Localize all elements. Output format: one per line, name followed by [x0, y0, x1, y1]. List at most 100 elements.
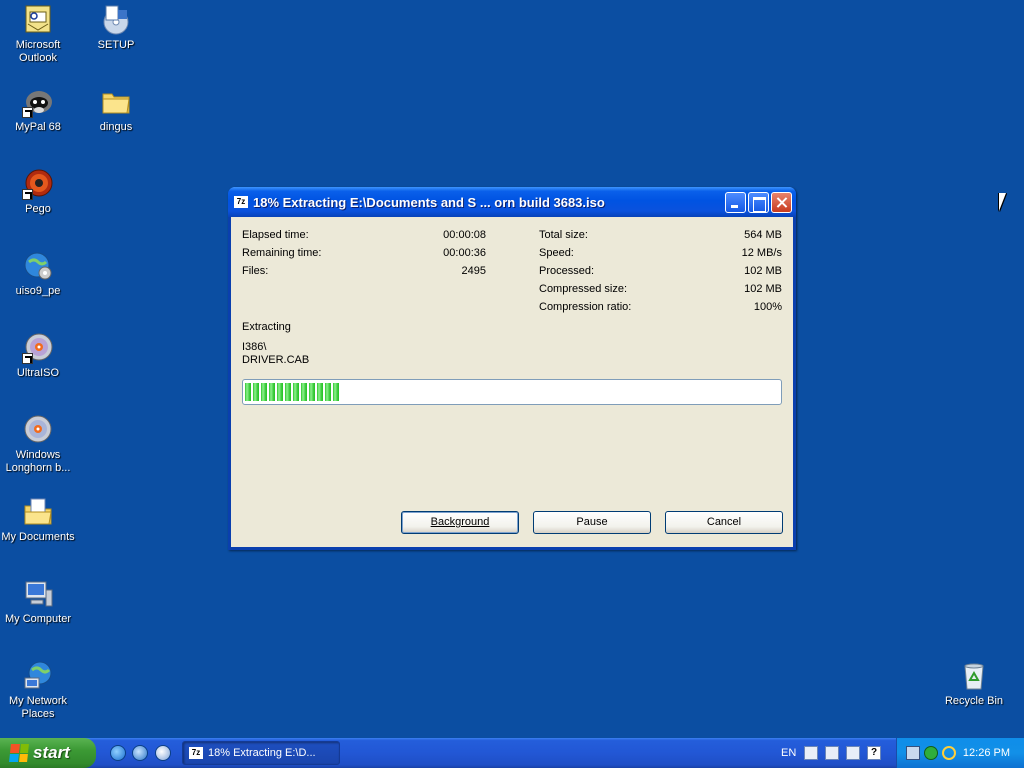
- processed-row: Processed: 102 MB: [539, 265, 782, 281]
- pego-icon: [22, 168, 54, 200]
- system-tray: 12:26 PM: [896, 738, 1024, 768]
- desktop-icon-microsoft-outlook[interactable]: Microsoft Outlook: [0, 4, 76, 65]
- media-player-icon[interactable]: [155, 745, 171, 761]
- desktop-icon-my-documents[interactable]: My Documents: [0, 496, 76, 544]
- taskbar-item-label: 18% Extracting E:\D...: [208, 747, 316, 759]
- desktop-icon-ultraiso[interactable]: UltraISO: [0, 332, 76, 380]
- mypal-raccoon-icon: [22, 86, 54, 118]
- tablet-icon[interactable]: [846, 746, 860, 760]
- stat-label: Files:: [242, 265, 269, 277]
- progress-bar-fill: [245, 383, 342, 401]
- desktop-icon-dingus[interactable]: dingus: [78, 86, 154, 134]
- window-controls: [725, 192, 792, 213]
- stat-value: 102 MB: [744, 265, 782, 277]
- window-titlebar[interactable]: 7z 18% Extracting E:\Documents and S ...…: [228, 187, 796, 217]
- close-button[interactable]: [771, 192, 792, 213]
- stat-label: Compression ratio:: [539, 301, 632, 313]
- setup-icon: [100, 4, 132, 36]
- outlook-icon: [22, 4, 54, 36]
- desktop-icon-label: UltraISO: [16, 367, 60, 379]
- desktop-icon-label: SETUP: [97, 39, 135, 51]
- desktop-icon-my-computer[interactable]: My Computer: [0, 578, 76, 626]
- extraction-progress-window: 7z 18% Extracting E:\Documents and S ...…: [228, 187, 796, 550]
- disc-icon: [22, 332, 54, 364]
- 7zip-app-icon: 7z: [234, 196, 248, 208]
- stat-label: Processed:: [539, 265, 595, 277]
- desktop-icon-mypal[interactable]: MyPal 68: [0, 86, 76, 134]
- desktop-icon-label: Pego: [25, 203, 51, 215]
- compression-ratio-row: Compression ratio: 100%: [539, 301, 782, 317]
- stat-label: Remaining time:: [242, 247, 322, 259]
- shortcut-arrow-icon: [22, 189, 33, 200]
- cancel-button[interactable]: Cancel: [665, 511, 783, 534]
- background-button-label: Background: [430, 516, 490, 528]
- stat-value: 12 MB/s: [741, 247, 782, 259]
- window-title: 18% Extracting E:\Documents and S ... or…: [253, 194, 605, 210]
- desktop-icon-label: Recycle Bin: [944, 695, 1004, 707]
- desktop-icon-label: Windows Longhorn b...: [5, 449, 71, 474]
- shortcut-arrow-icon: [22, 353, 33, 364]
- language-indicator[interactable]: EN: [781, 747, 796, 759]
- speed-row: Speed: 12 MB/s: [539, 247, 782, 263]
- desktop-icon-label: My Network Places: [8, 695, 68, 720]
- progress-bar: [242, 379, 782, 405]
- desktop-icon-pego[interactable]: Pego: [0, 168, 76, 216]
- current-file: DRIVER.CAB: [242, 354, 310, 366]
- stat-value: 564 MB: [744, 229, 782, 241]
- network-icon[interactable]: [906, 746, 920, 760]
- remaining-time-row: Remaining time: 00:00:36: [242, 247, 486, 263]
- security-shield-icon[interactable]: [924, 746, 938, 760]
- shortcut-arrow-icon: [22, 107, 33, 118]
- outlook-express-icon[interactable]: [132, 745, 148, 761]
- desktop-icon-uiso9-pe[interactable]: uiso9_pe: [0, 250, 76, 298]
- computer-icon: [22, 578, 54, 610]
- disc-image-icon: [22, 414, 54, 446]
- stat-label: Total size:: [539, 229, 588, 241]
- start-button-label: start: [33, 743, 70, 762]
- stat-label: Elapsed time:: [242, 229, 309, 241]
- total-size-row: Total size: 564 MB: [539, 229, 782, 245]
- stat-value: 00:00:36: [443, 247, 486, 259]
- stat-value: 00:00:08: [443, 229, 486, 241]
- current-path: I386\: [242, 341, 267, 353]
- help-icon[interactable]: ?: [867, 746, 881, 760]
- folder-icon: [100, 86, 132, 118]
- desktop-icon-windows-longhorn[interactable]: Windows Longhorn b...: [0, 414, 76, 475]
- keyboard-icon[interactable]: [804, 746, 818, 760]
- window-body: Elapsed time: 00:00:08 Remaining time: 0…: [231, 217, 793, 547]
- desktop-icon-setup[interactable]: SETUP: [78, 4, 154, 52]
- desktop-icon-my-network-places[interactable]: My Network Places: [0, 660, 76, 721]
- pause-button-label: Pause: [576, 516, 608, 528]
- search-icon[interactable]: [942, 746, 956, 760]
- cancel-button-label: Cancel: [706, 516, 742, 528]
- taskbar-item-extraction[interactable]: 7z 18% Extracting E:\D...: [182, 741, 340, 765]
- stat-label: Compressed size:: [539, 283, 628, 295]
- minimize-button[interactable]: [725, 192, 746, 213]
- maximize-button[interactable]: [748, 192, 769, 213]
- elapsed-time-row: Elapsed time: 00:00:08: [242, 229, 486, 245]
- files-row: Files: 2495: [242, 265, 486, 281]
- documents-folder-icon: [22, 496, 54, 528]
- stat-value: 2495: [461, 265, 486, 277]
- desktop-icon-label: uiso9_pe: [15, 285, 61, 297]
- internet-explorer-icon[interactable]: [110, 745, 126, 761]
- windows-flag-icon: [9, 744, 29, 762]
- clock[interactable]: 12:26 PM: [963, 747, 1010, 759]
- start-button[interactable]: start: [0, 738, 96, 768]
- pen-icon[interactable]: [825, 746, 839, 760]
- background-button[interactable]: Background: [401, 511, 519, 534]
- globe-disc-icon: [22, 250, 54, 282]
- status-label: Extracting: [242, 321, 291, 333]
- taskbar: start 7z 18% Extracting E:\D... EN ? 12:…: [0, 738, 1024, 768]
- pause-button[interactable]: Pause: [533, 511, 651, 534]
- recycle-bin-icon: [958, 660, 990, 692]
- desktop-icon-label: MyPal 68: [15, 121, 61, 133]
- stat-value: 102 MB: [744, 283, 782, 295]
- stat-label: Speed:: [539, 247, 574, 259]
- desktop-icon-label: Microsoft Outlook: [15, 39, 61, 64]
- stat-value: 100%: [753, 301, 782, 313]
- 7zip-app-icon: 7z: [189, 747, 203, 759]
- desktop-icon-label: My Documents: [1, 531, 75, 543]
- desktop-icon-recycle-bin[interactable]: Recycle Bin: [936, 660, 1012, 708]
- desktop-icon-label: dingus: [99, 121, 133, 133]
